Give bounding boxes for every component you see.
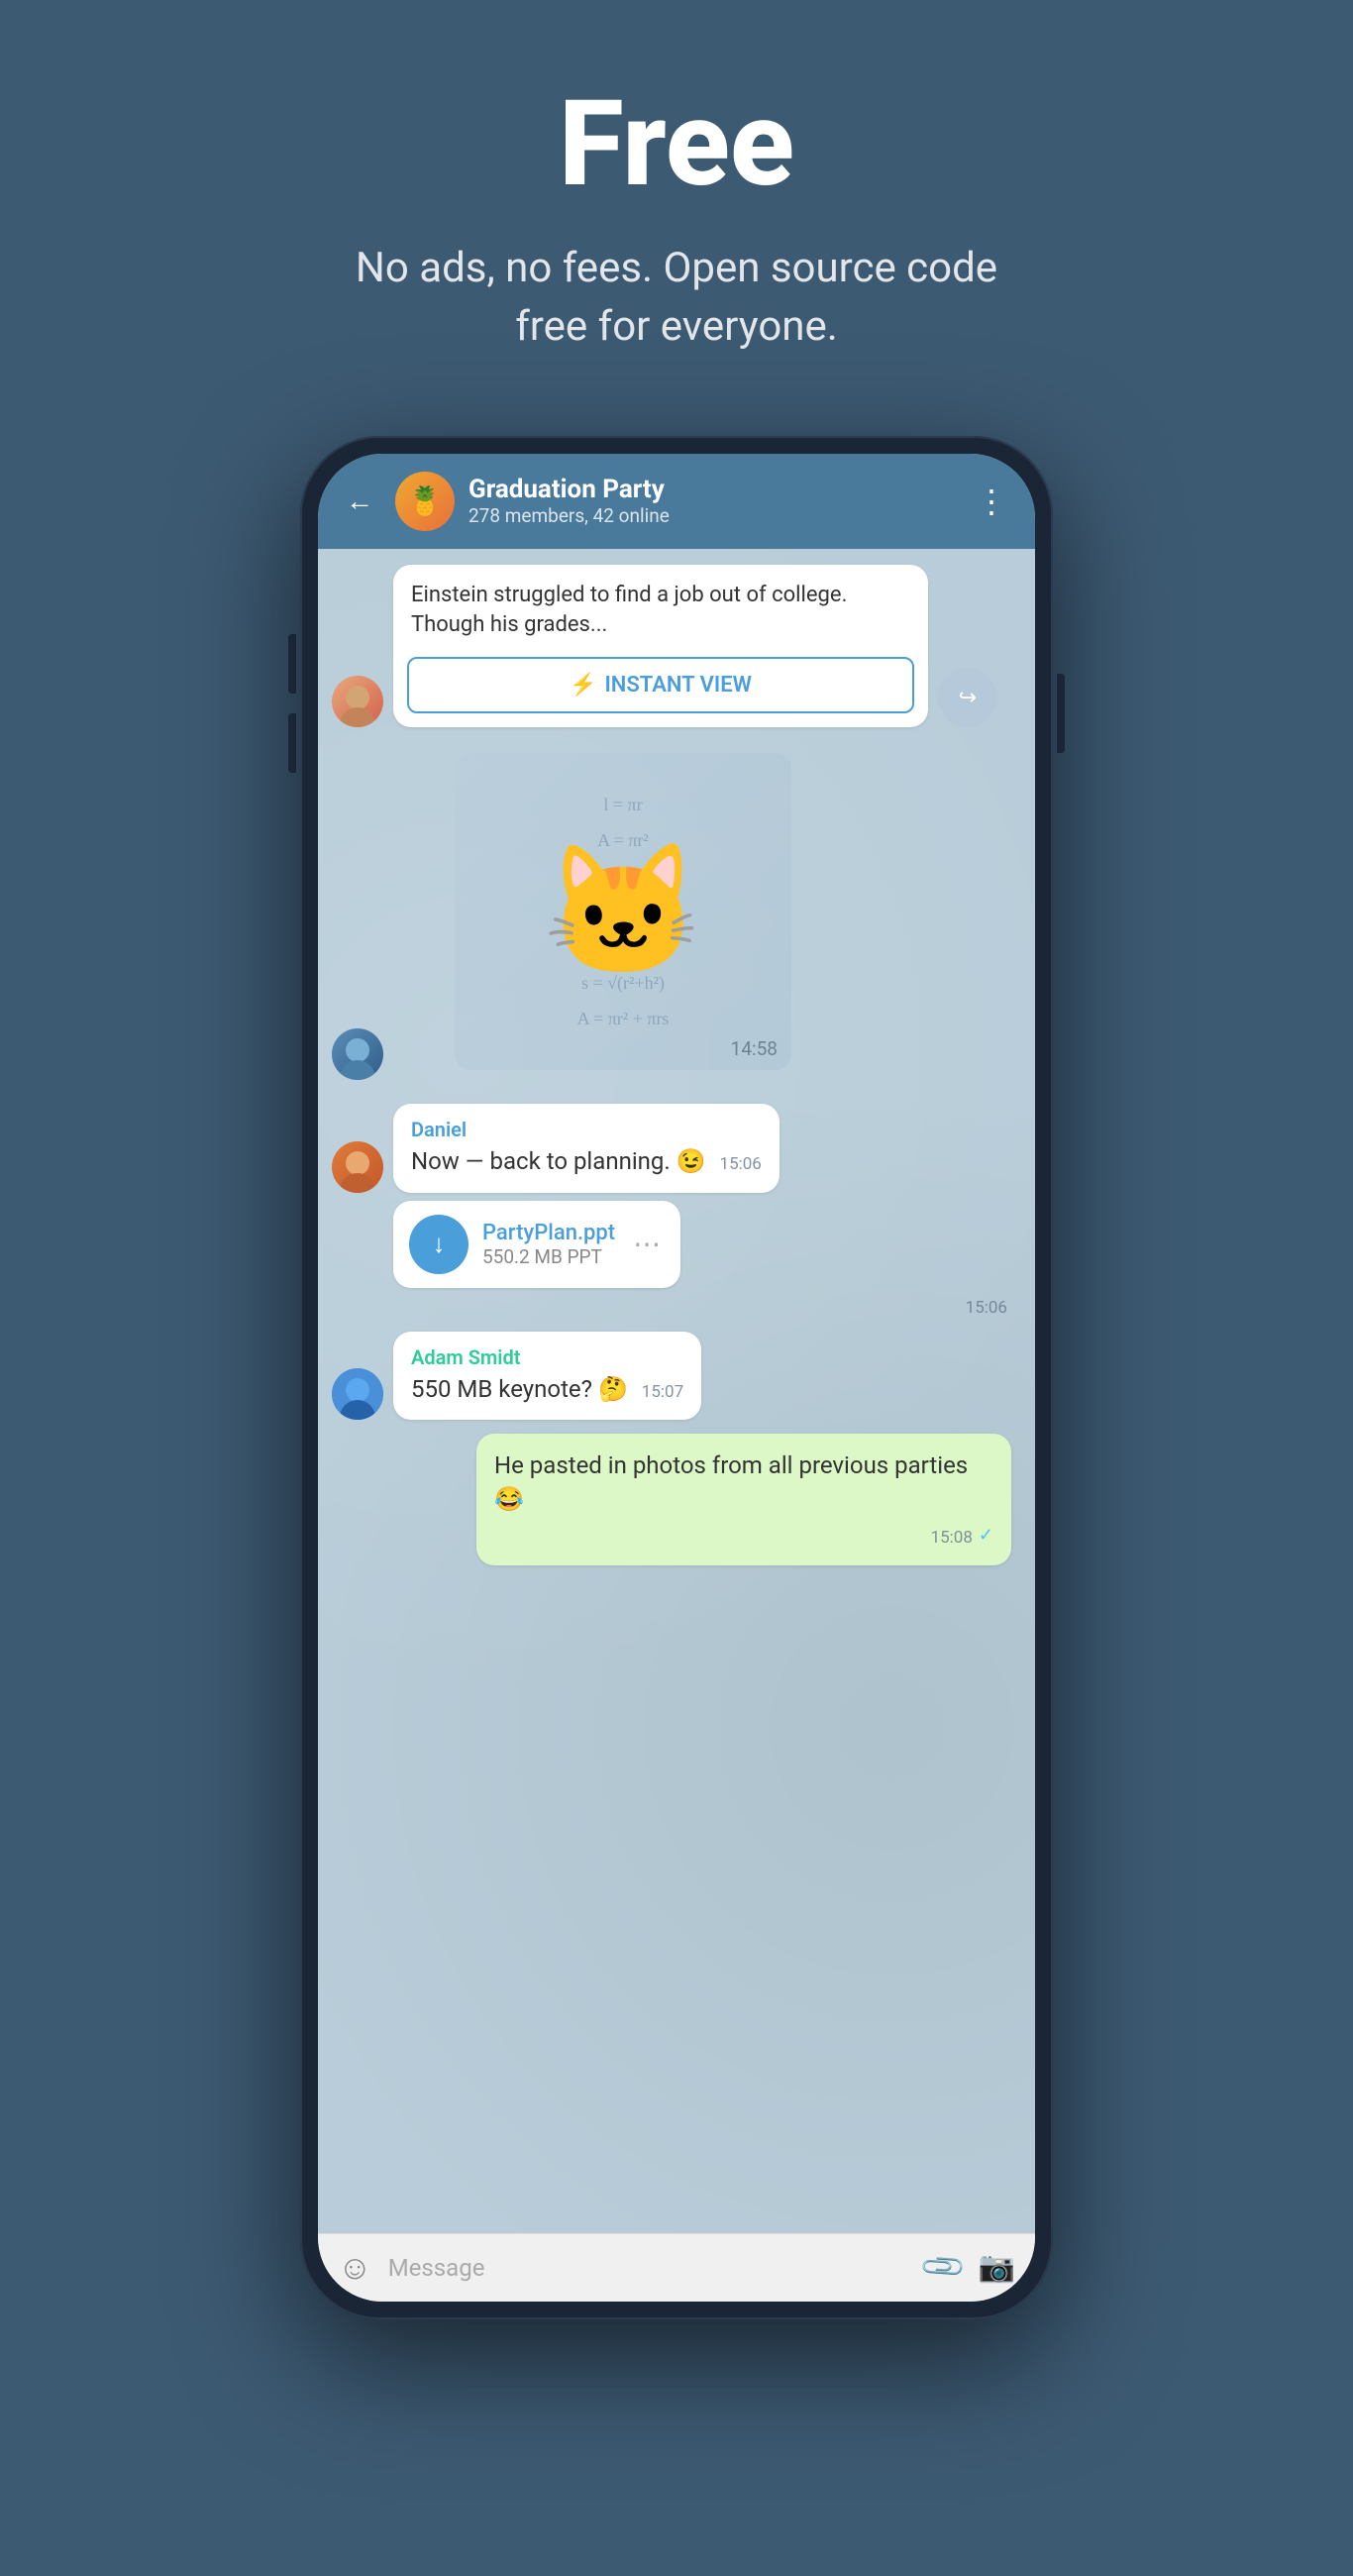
sender-avatar-guy2 bbox=[332, 1141, 383, 1193]
instant-view-label: INSTANT VIEW bbox=[604, 673, 752, 698]
daniel-message-text: Now — back to planning. 😉 15:06 bbox=[411, 1145, 762, 1179]
sender-avatar-guy3 bbox=[332, 1368, 383, 1420]
share-icon: ↪ bbox=[959, 686, 977, 710]
read-receipt-icon: ✓ bbox=[979, 1523, 993, 1548]
group-name: Graduation Party bbox=[468, 475, 954, 504]
page-header: Free No ads, no fees. Open source code f… bbox=[310, 0, 1043, 416]
power-button bbox=[1057, 674, 1065, 753]
my-message-time: 15:08 bbox=[931, 1527, 973, 1551]
phone-mockup: ← 🍍 Graduation Party 278 members, 42 onl… bbox=[300, 436, 1053, 2319]
file-size: 550.2 MB PPT bbox=[482, 1245, 615, 1268]
download-button[interactable]: ↓ bbox=[409, 1215, 468, 1274]
message-meta: 15:08 ✓ bbox=[494, 1521, 993, 1551]
emoji-button[interactable]: ☺ bbox=[338, 2248, 372, 2288]
article-bubble: Einstein struggled to find a job out of … bbox=[393, 565, 928, 728]
more-options-button[interactable]: ⋮ bbox=[968, 479, 1015, 524]
article-bubble-container: Einstein struggled to find a job out of … bbox=[393, 565, 928, 728]
volume-down-button bbox=[288, 713, 296, 773]
message-input-bar: ☺ Message 📎 📷 bbox=[318, 2233, 1035, 2302]
adam-message-time: 15:07 bbox=[642, 1382, 683, 1402]
sender-avatar-guy1 bbox=[332, 1028, 383, 1080]
back-button[interactable]: ← bbox=[338, 481, 381, 521]
camera-button[interactable]: 📷 bbox=[979, 2250, 1015, 2285]
daniel-message-row: Daniel Now — back to planning. 😉 15:06 bbox=[332, 1104, 1021, 1193]
file-time-row: 15:06 bbox=[393, 1298, 1007, 1318]
daniel-sender-name: Daniel bbox=[411, 1118, 762, 1141]
avatar-emoji: 🍍 bbox=[408, 484, 443, 517]
file-menu-button[interactable]: ⋯ bbox=[629, 1224, 665, 1264]
file-name: PartyPlan.ppt bbox=[482, 1221, 615, 1245]
cat-sticker-emoji: 🐱 bbox=[543, 847, 703, 976]
file-bubble: ↓ PartyPlan.ppt 550.2 MB PPT ⋯ bbox=[393, 1201, 680, 1288]
chat-header: ← 🍍 Graduation Party 278 members, 42 onl… bbox=[318, 454, 1035, 549]
sticker-container: l = πrA = πr²V = l³P = 2πrA = πr²s = √(r… bbox=[455, 753, 791, 1070]
download-icon: ↓ bbox=[433, 1229, 446, 1259]
message-placeholder: Message bbox=[388, 2254, 485, 2282]
article-message-row: Einstein struggled to find a job out of … bbox=[332, 565, 1021, 728]
sender-avatar-girl bbox=[332, 676, 383, 727]
file-info: PartyPlan.ppt 550.2 MB PPT bbox=[482, 1221, 615, 1268]
daniel-message-time: 15:06 bbox=[720, 1154, 762, 1174]
message-input[interactable]: Message bbox=[388, 2254, 910, 2282]
adam-message-text: 550 MB keynote? 🤔 15:07 bbox=[411, 1373, 683, 1407]
my-bubble: He pasted in photos from all previous pa… bbox=[476, 1434, 1011, 1565]
chat-body: Einstein struggled to find a job out of … bbox=[318, 549, 1035, 2233]
adam-bubble: Adam Smidt 550 MB keynote? 🤔 15:07 bbox=[393, 1332, 701, 1421]
phone-outer: ← 🍍 Graduation Party 278 members, 42 onl… bbox=[300, 436, 1053, 2319]
adam-message-row: Adam Smidt 550 MB keynote? 🤔 15:07 bbox=[332, 1332, 1021, 1421]
volume-up-button bbox=[288, 634, 296, 694]
chat-info: Graduation Party 278 members, 42 online bbox=[468, 475, 954, 527]
group-avatar: 🍍 bbox=[395, 472, 455, 531]
share-button[interactable]: ↪ bbox=[938, 668, 997, 727]
phone-screen: ← 🍍 Graduation Party 278 members, 42 onl… bbox=[318, 454, 1035, 2302]
file-message-row: ↓ PartyPlan.ppt 550.2 MB PPT ⋯ 15:06 bbox=[393, 1201, 1021, 1288]
group-status: 278 members, 42 online bbox=[468, 504, 954, 527]
my-message-text: He pasted in photos from all previous pa… bbox=[494, 1451, 968, 1513]
page-title: Free bbox=[330, 79, 1023, 210]
cat-sticker-wrapper: 🐱 bbox=[455, 753, 791, 1070]
bolt-icon: ⚡ bbox=[570, 673, 596, 698]
sticker-message-row: l = πrA = πr²V = l³P = 2πrA = πr²s = √(r… bbox=[332, 743, 1021, 1080]
daniel-bubble: Daniel Now — back to planning. 😉 15:06 bbox=[393, 1104, 780, 1193]
page-subtitle: No ads, no fees. Open source code free f… bbox=[330, 240, 1023, 357]
instant-view-button[interactable]: ⚡ INSTANT VIEW bbox=[407, 657, 914, 713]
attach-button[interactable]: 📎 bbox=[918, 2242, 969, 2293]
article-text: Einstein struggled to find a job out of … bbox=[393, 565, 928, 654]
file-time: 15:06 bbox=[966, 1298, 1007, 1318]
adam-sender-name: Adam Smidt bbox=[411, 1345, 683, 1369]
my-message-row: He pasted in photos from all previous pa… bbox=[332, 1434, 1021, 1565]
